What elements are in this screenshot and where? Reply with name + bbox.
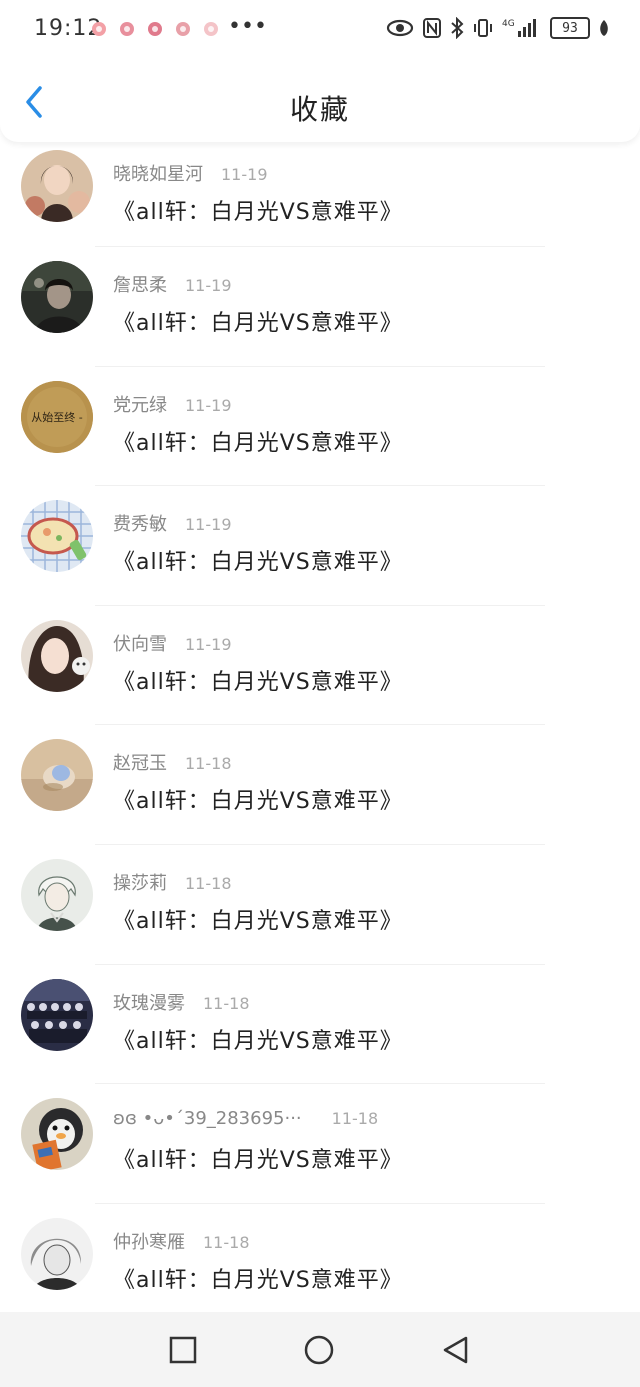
signal-icon: 4G [502, 17, 542, 39]
item-title: 《all轩：白月光VS意难平》 [113, 789, 403, 815]
avatar [21, 150, 93, 222]
author-name: 伏向雪 [113, 633, 167, 655]
item-date: 11-18 [203, 993, 250, 1013]
item-title: 《all轩：白月光VS意难平》 [113, 311, 403, 336]
item-title: 《all轩：白月光VS意难平》 [113, 550, 403, 576]
author-row: 操莎莉 11-18 [113, 869, 232, 895]
vibrate-icon [472, 17, 494, 39]
item-date: 11-18 [203, 1232, 250, 1252]
author-row: 伏向雪 11-19 [113, 630, 232, 656]
avatar [21, 261, 93, 333]
circle-icon [304, 1335, 334, 1365]
eye-icon [386, 18, 414, 38]
item-title: 《all轩：白月光VS意难平》 [113, 1267, 403, 1293]
author-name: 玫瑰漫雾 [113, 992, 185, 1014]
author-row: 赵冠玉 11-18 [113, 749, 232, 775]
system-nav-bar [0, 1312, 640, 1387]
notification-icon [204, 22, 218, 36]
author-name: ʚɞ •ᴗ•´39_283695··· [113, 1108, 302, 1130]
author-name: 仲孙寒雁 [113, 1231, 185, 1253]
item-title: 《all轩：白月光VS意难平》 [113, 669, 403, 695]
leaf-icon [598, 18, 610, 38]
list-item[interactable]: 玫瑰漫雾 11-18 《all轩：白月光VS意难平》 [0, 965, 640, 1085]
battery-icon: 93 [550, 17, 590, 39]
item-date: 11-19 [185, 276, 232, 295]
item-title: 《all轩：白月光VS意难平》 [113, 1148, 403, 1174]
list-item[interactable]: 詹思柔 11-19 《all轩：白月光VS意难平》 [0, 247, 640, 367]
list-item[interactable]: 操莎莉 11-18 《all轩：白月光VS意难平》 [0, 845, 640, 965]
item-date: 11-18 [185, 873, 232, 893]
notification-icon [148, 22, 162, 36]
favorites-list: 晓晓如星河 11-19 《all轩：白月光VS意难平》 詹思柔 11-19 《all… [0, 142, 640, 1323]
item-title: 《all轩：白月光VS意难平》 [113, 908, 403, 934]
item-date: 11-18 [331, 1109, 379, 1129]
author-name: 费秀敏 [113, 514, 167, 536]
list-item[interactable]: 晓晓如星河 11-19 《all轩：白月光VS意难平》 [0, 142, 640, 247]
item-date: 11-19 [221, 165, 268, 184]
author-name: 晓晓如星河 [113, 164, 203, 185]
item-date: 11-18 [185, 754, 232, 774]
nfc-icon [422, 17, 442, 39]
item-date: 11-19 [185, 515, 232, 535]
avatar [21, 858, 93, 931]
author-row: 玫瑰漫雾 11-18 [113, 989, 250, 1015]
item-title: 《all轩：白月光VS意难平》 [113, 430, 403, 456]
list-item[interactable]: ʚɞ •ᴗ•´39_283695··· 11-18 《all轩：白月光VS意难平》 [0, 1084, 640, 1204]
square-icon [169, 1336, 197, 1364]
avatar [21, 978, 93, 1051]
home-button[interactable] [303, 1334, 335, 1366]
system-icons: 4G 93 [386, 17, 610, 39]
avatar [21, 1217, 93, 1290]
avatar [21, 500, 93, 573]
notification-icon [176, 22, 190, 36]
author-name: 党元绿 [113, 394, 167, 416]
page-title: 收藏 [289, 93, 350, 126]
item-date: 11-19 [185, 634, 232, 654]
item-title: 《all轩：白月光VS意难平》 [113, 200, 403, 225]
author-row: 詹思柔 11-19 [113, 271, 232, 297]
avatar [21, 1098, 93, 1171]
author-row: 费秀敏 11-19 [113, 510, 232, 536]
author-name: 詹思柔 [113, 275, 167, 296]
avatar [21, 619, 93, 692]
author-row: 仲孙寒雁 11-18 [113, 1228, 250, 1254]
recents-button[interactable] [167, 1334, 199, 1366]
notification-icon [92, 22, 106, 36]
avatar: 从始至终 - [21, 380, 93, 453]
more-notifications-icon: ••• [228, 14, 267, 39]
avatar [21, 739, 93, 812]
list-item[interactable]: 费秀敏 11-19 《all轩：白月光VS意难平》 [0, 486, 640, 606]
svg-text:4G: 4G [502, 19, 515, 29]
triangle-back-icon [443, 1336, 468, 1364]
list-item[interactable]: 赵冠玉 11-18 《all轩：白月光VS意难平》 [0, 725, 640, 845]
author-name: 赵冠玉 [113, 753, 167, 775]
notification-icon [120, 22, 134, 36]
nav-back-button[interactable] [439, 1334, 471, 1366]
author-row: 晓晓如星河 11-19 [113, 160, 268, 186]
app-bar: 收藏 [0, 60, 640, 142]
list-item[interactable]: 从始至终 - 党元绿 11-19 《all轩：白月光VS意难平》 [0, 367, 640, 487]
bluetooth-icon [450, 17, 464, 39]
list-item[interactable]: 仲孙寒雁 11-18 《all轩：白月光VS意难平》 [0, 1204, 640, 1324]
status-bar: 19:12 ••• 4G 93 [0, 0, 640, 60]
author-row: ʚɞ •ᴗ•´39_283695··· 11-18 [113, 1108, 378, 1129]
notification-icons [92, 22, 218, 36]
item-title: 《all轩：白月光VS意难平》 [113, 1028, 403, 1054]
author-name: 操莎莉 [113, 872, 167, 894]
item-date: 11-19 [185, 395, 232, 415]
list-item[interactable]: 伏向雪 11-19 《all轩：白月光VS意难平》 [0, 606, 640, 726]
avatar-text: 从始至终 - [31, 410, 82, 424]
author-row: 党元绿 11-19 [113, 391, 232, 417]
